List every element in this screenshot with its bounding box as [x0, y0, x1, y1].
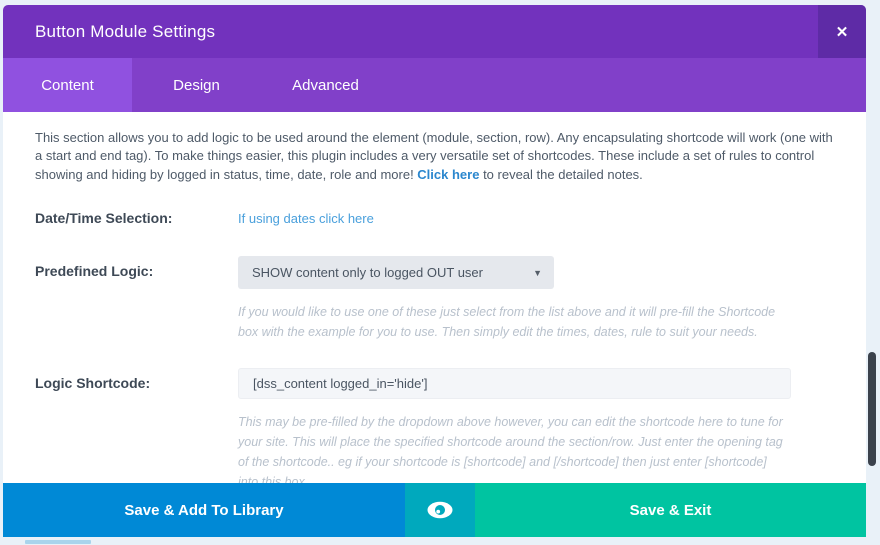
save-add-to-library-label: Save & Add To Library: [124, 502, 283, 519]
predefined-logic-row: Predefined Logic: SHOW content only to l…: [35, 256, 834, 289]
tab-design[interactable]: Design: [132, 58, 261, 112]
page-background: Button Module Settings ✕ Content Design …: [0, 0, 880, 545]
if-using-dates-link[interactable]: If using dates click here: [238, 208, 374, 226]
logic-shortcode-input[interactable]: [238, 368, 791, 399]
close-button[interactable]: ✕: [818, 5, 866, 58]
eye-icon: [425, 499, 455, 521]
intro-paragraph: This section allows you to add logic to …: [35, 129, 834, 184]
datetime-selection-row: Date/Time Selection: If using dates clic…: [35, 208, 834, 226]
preview-button[interactable]: [405, 483, 475, 537]
save-add-to-library-button[interactable]: Save & Add To Library: [3, 483, 405, 537]
predefined-logic-selected-value: SHOW content only to logged OUT user: [252, 265, 525, 280]
tab-advanced-label: Advanced: [292, 77, 359, 94]
close-icon: ✕: [836, 23, 849, 41]
button-module-settings-modal: Button Module Settings ✕ Content Design …: [3, 5, 866, 537]
predefined-logic-help-text: If you would like to use one of these ju…: [238, 302, 790, 342]
background-page-fragment: [25, 540, 91, 544]
settings-tabs: Content Design Advanced: [3, 58, 866, 112]
tab-advanced[interactable]: Advanced: [261, 58, 390, 112]
modal-body: This section allows you to add logic to …: [3, 112, 866, 492]
predefined-logic-select[interactable]: SHOW content only to logged OUT user ▼: [238, 256, 554, 289]
save-and-exit-label: Save & Exit: [630, 502, 712, 519]
chevron-down-icon: ▼: [533, 268, 542, 278]
intro-text-after: to reveal the detailed notes.: [479, 167, 642, 182]
logic-shortcode-help-text: This may be pre-filled by the dropdown a…: [238, 412, 790, 492]
logic-shortcode-label: Logic Shortcode:: [35, 368, 238, 391]
modal-titlebar: Button Module Settings ✕: [3, 5, 866, 58]
modal-footer: Save & Add To Library Save & Exit: [3, 483, 866, 537]
tab-design-label: Design: [173, 77, 220, 94]
logic-shortcode-row: Logic Shortcode:: [35, 368, 834, 399]
click-here-link[interactable]: Click here: [417, 167, 479, 182]
tab-content-label: Content: [41, 77, 94, 94]
modal-title: Button Module Settings: [35, 22, 215, 42]
page-scrollbar-thumb[interactable]: [868, 352, 876, 466]
tab-content[interactable]: Content: [3, 58, 132, 112]
datetime-selection-label: Date/Time Selection:: [35, 208, 238, 226]
save-and-exit-button[interactable]: Save & Exit: [475, 483, 866, 537]
predefined-logic-label: Predefined Logic:: [35, 256, 238, 279]
